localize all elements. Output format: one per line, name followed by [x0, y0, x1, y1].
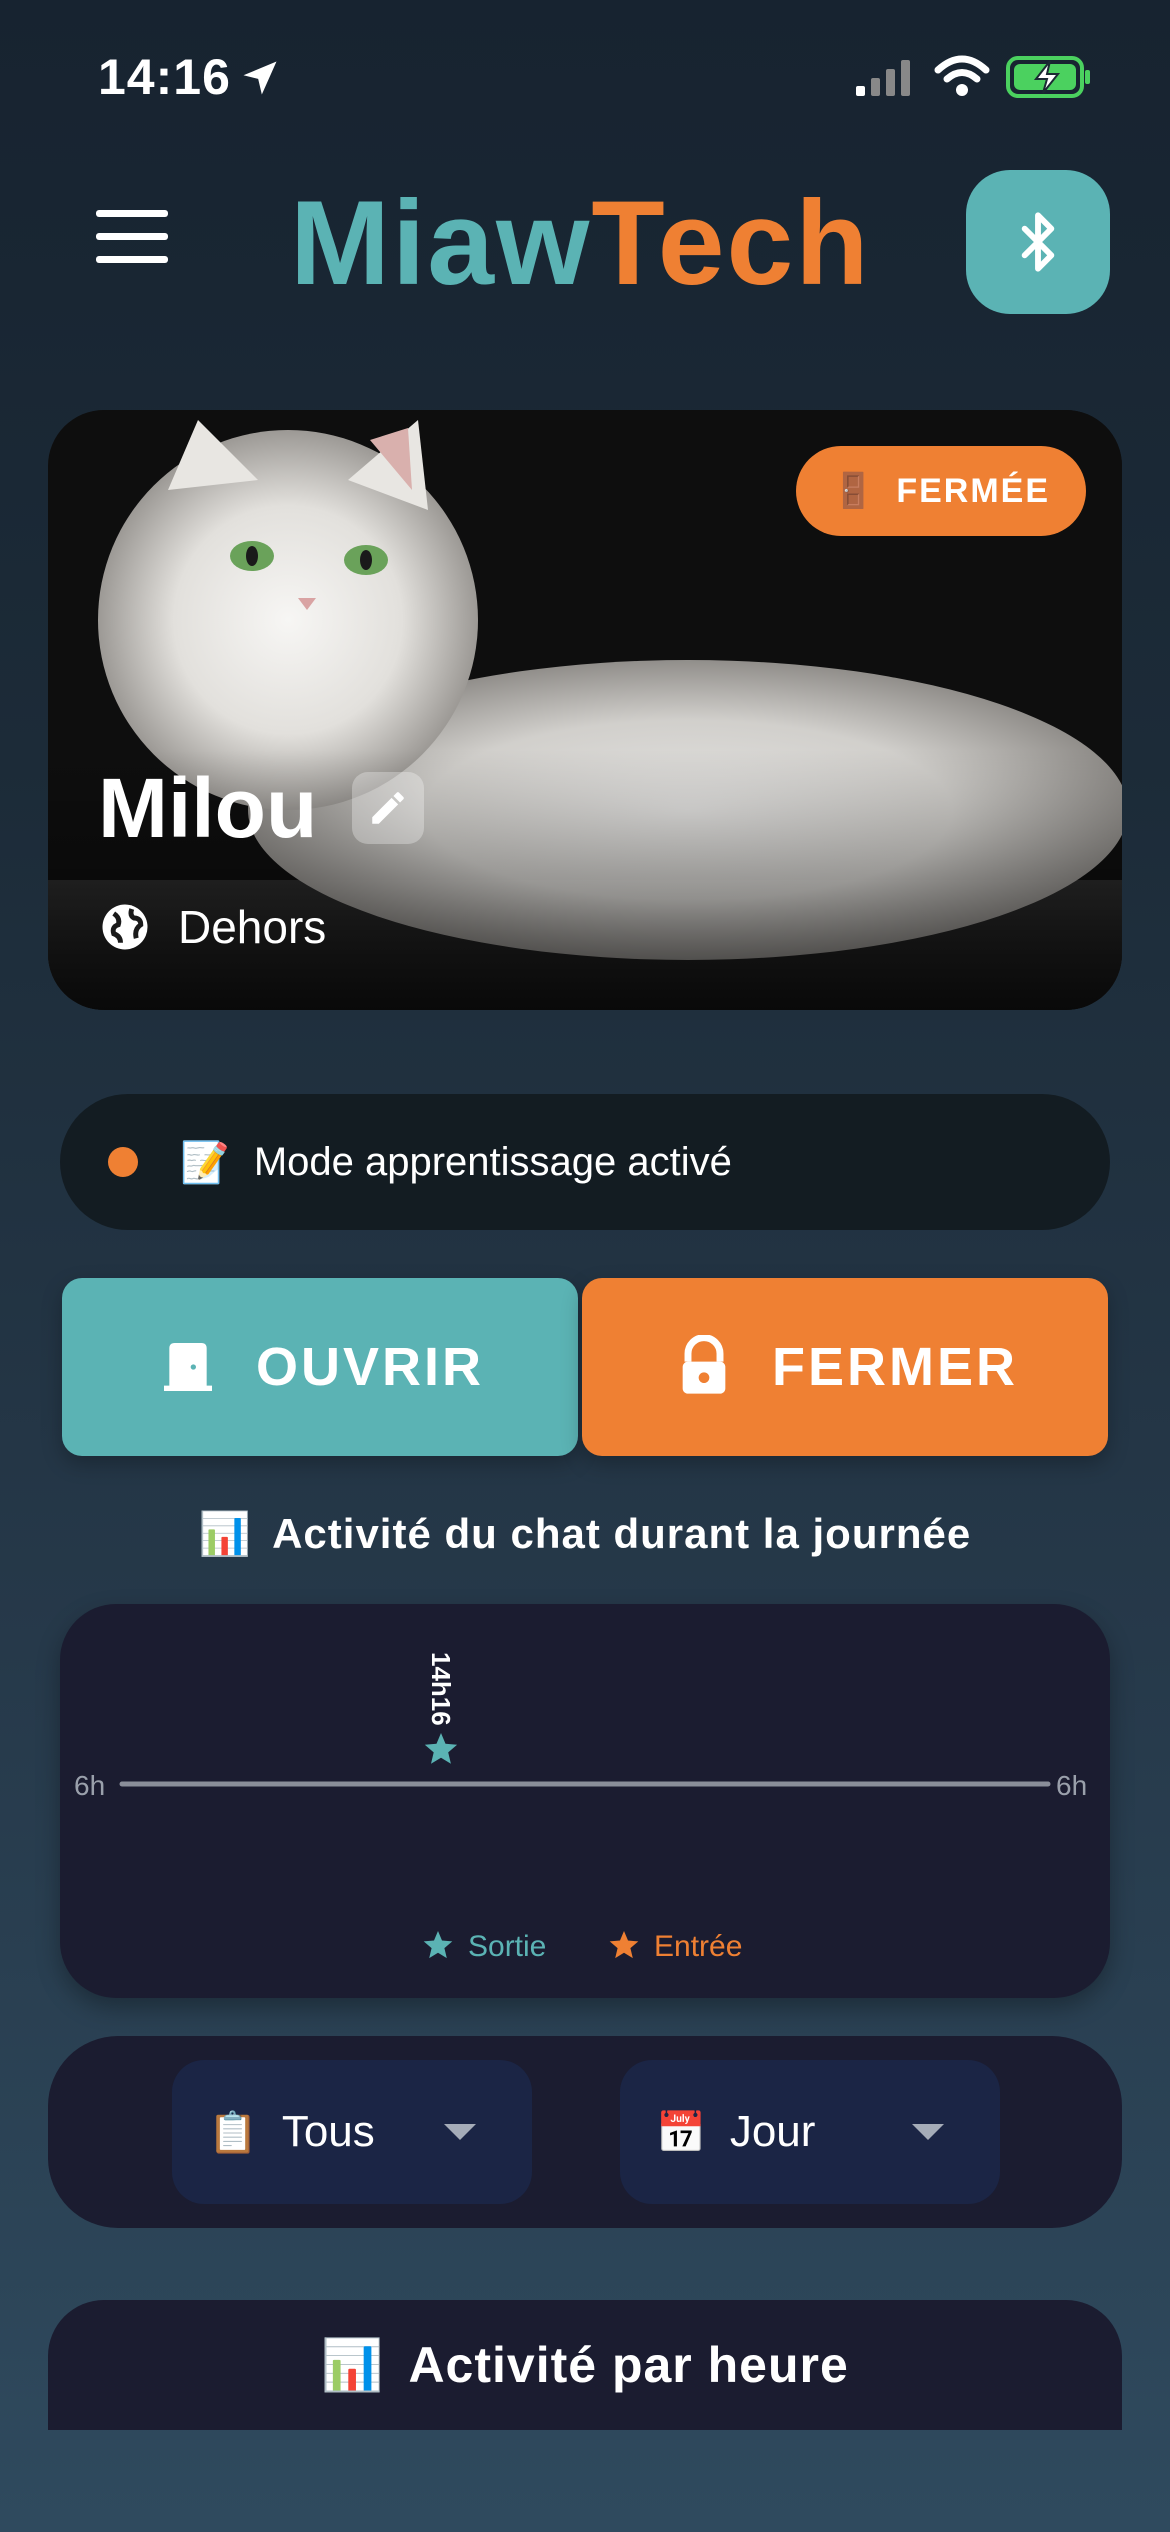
close-door-button[interactable]: FERMER: [582, 1278, 1108, 1456]
edit-name-button[interactable]: [352, 772, 424, 844]
type-filter-dropdown[interactable]: 📋 Tous: [172, 2060, 532, 2204]
bar-chart-icon: 📊: [198, 1510, 253, 1557]
globe-icon: [102, 904, 148, 950]
lock-icon: [682, 1335, 726, 1394]
timeline-title-text: Activité du chat durant la journée: [272, 1510, 972, 1557]
open-door-button[interactable]: OUVRIR: [62, 1278, 578, 1456]
bar-chart-icon: 📊: [321, 2336, 385, 2393]
legend-label-entrée: Entrée: [654, 1930, 742, 1963]
cat-name: Milou: [98, 761, 318, 855]
legend-star-sortie: [423, 1931, 453, 1959]
brand-part-1: Miaw: [290, 176, 592, 310]
clipboard-icon: 📋: [208, 2110, 258, 2155]
cat-location-label: Dehors: [178, 901, 327, 953]
type-filter-value: Tous: [281, 2107, 375, 2156]
bluetooth-button[interactable]: [966, 170, 1110, 314]
cellular-signal-icon: [856, 60, 910, 96]
event-marker-sortie: [424, 1733, 458, 1764]
hourly-activity-title: Activité par heure: [408, 2337, 849, 2393]
location-arrow-icon: [243, 61, 277, 95]
door-icon: 🚪: [831, 472, 877, 510]
timeline-section-title: 📊 Activité du chat durant la journée: [0, 1510, 1170, 1559]
axis-start-label: 6h: [74, 1770, 105, 1801]
status-dot: [108, 1147, 138, 1177]
event-time-label: 14h16: [426, 1652, 456, 1726]
memo-icon: 📝: [180, 1140, 230, 1185]
app-brand-title: MiawTech: [290, 168, 871, 318]
door-open-icon: [163, 1343, 212, 1391]
learning-mode-text: Mode apprentissage activé: [253, 1139, 732, 1184]
door-status-label: FERMÉE: [896, 471, 1050, 510]
brand-part-2: Tech: [591, 176, 871, 310]
learning-mode-banner: 📝 Mode apprentissage activé: [60, 1094, 1110, 1230]
cat-profile-card: 🚪 FERMÉE Milou Dehors: [48, 410, 1122, 1010]
chevron-down-icon: [912, 2124, 944, 2140]
battery-charging-icon: [1006, 56, 1090, 98]
legend-star-entrée: [609, 1931, 639, 1959]
activity-timeline-chart: 6h 6h 14h16 Sortie Entrée: [60, 1604, 1110, 1998]
wifi-icon: [934, 55, 990, 96]
period-filter-value: Jour: [729, 2107, 816, 2156]
calendar-icon: 📅: [656, 2110, 706, 2155]
period-filter-dropdown[interactable]: 📅 Jour: [620, 2060, 1000, 2204]
chevron-down-icon: [444, 2124, 476, 2140]
hamburger-menu-button[interactable]: [96, 210, 168, 266]
bluetooth-icon: [1021, 212, 1055, 272]
pencil-icon: [372, 792, 404, 824]
close-door-label: FERMER: [772, 1337, 1018, 1397]
cat-location: Dehors: [98, 900, 326, 954]
door-status-badge: 🚪 FERMÉE: [795, 446, 1086, 536]
legend-label-sortie: Sortie: [468, 1930, 546, 1963]
open-door-label: OUVRIR: [255, 1337, 484, 1397]
status-time: 14:16: [98, 49, 231, 105]
filter-bar: 📋 Tous 📅 Jour: [48, 2036, 1122, 2228]
hourly-activity-card: 📊 Activité par heure: [48, 2300, 1122, 2430]
axis-end-label: 6h: [1056, 1770, 1087, 1801]
